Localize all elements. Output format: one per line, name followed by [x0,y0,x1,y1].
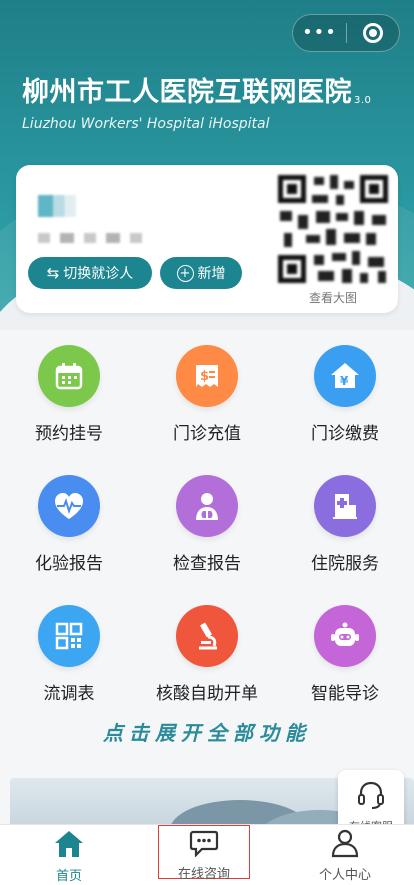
doctor-lungs-icon [176,475,238,537]
more-dots-icon[interactable]: ••• [293,14,346,52]
service-label: 核酸自助开单 [156,684,258,704]
service-label: 门诊缴费 [311,424,379,444]
patient-id-blurred [38,233,148,243]
service-lab-report[interactable]: 化验报告 [0,475,138,574]
tab-home[interactable]: 首页 [0,825,138,885]
robot-icon [314,605,376,667]
service-label: 住院服务 [311,554,379,574]
mini-program-capsule: ••• [292,14,400,52]
service-recharge[interactable]: $ 门诊充值 [138,345,276,444]
service-label: 预约挂号 [35,424,103,444]
hospital-bed-icon [314,475,376,537]
microscope-icon [176,605,238,667]
target-icon [362,23,383,43]
calendar-icon [38,345,100,407]
switch-patient-button[interactable]: ⇆ 切换就诊人 [28,257,152,289]
service-exam-report[interactable]: 检查报告 [138,475,276,574]
tab-consult-label: 在线咨询 [177,867,230,882]
service-appointment[interactable]: 预约挂号 [0,345,138,444]
qr-code-image [274,171,392,287]
hospital-subtitle: Liuzhou Workers' Hospital iHospital [22,116,270,132]
service-label: 智能导诊 [311,684,379,704]
expand-all-functions[interactable]: 点击展开全部功能 [0,717,414,746]
svg-text:¥: ¥ [340,374,349,388]
service-inpatient[interactable]: 住院服务 [276,475,414,574]
patient-name-blurred [38,195,76,217]
add-patient-button[interactable]: + 新增 [160,257,242,289]
bottom-tab-bar: 首页 在线咨询 个人中心 [0,824,414,885]
patient-qr-code[interactable] [274,171,392,287]
qr-grid-icon [38,605,100,667]
hospital-title: 柳州市工人医院互联网医院 3.0 [22,77,372,108]
switch-patient-label: 切换就诊人 [63,266,134,282]
switch-arrows-icon: ⇆ [46,264,60,282]
receipt-dollar-icon: $ [176,345,238,407]
plus-circle-icon: + [176,264,194,282]
svg-text:$: $ [200,369,209,384]
service-label: 门诊充值 [173,424,241,444]
service-label: 检查报告 [173,554,241,574]
service-label: 化验报告 [35,554,103,574]
close-target-button[interactable] [347,23,399,43]
tab-profile[interactable]: 个人中心 [276,825,414,885]
add-patient-label: 新增 [197,266,226,282]
user-icon [331,829,359,858]
patient-card: ⇆ 切换就诊人 + 新增 查看大图 [16,165,398,313]
home-icon [55,831,83,857]
version-badge: 3.0 [354,95,372,106]
tab-home-label: 首页 [55,869,82,884]
service-nucleic-acid[interactable]: 核酸自助开单 [138,605,276,704]
headset-icon [358,781,384,809]
tab-online-consult[interactable]: 在线咨询 [158,825,250,882]
service-survey[interactable]: 流调表 [0,605,138,704]
heart-pulse-icon [38,475,100,537]
service-smart-guide[interactable]: 智能导诊 [276,605,414,704]
service-label: 流调表 [43,684,95,704]
house-yen-icon: ¥ [314,345,376,407]
chat-bubble-icon [189,830,219,858]
service-payment[interactable]: ¥ 门诊缴费 [276,345,414,444]
tab-profile-label: 个人中心 [318,868,371,883]
view-large-qr-link[interactable]: 查看大图 [274,289,392,306]
